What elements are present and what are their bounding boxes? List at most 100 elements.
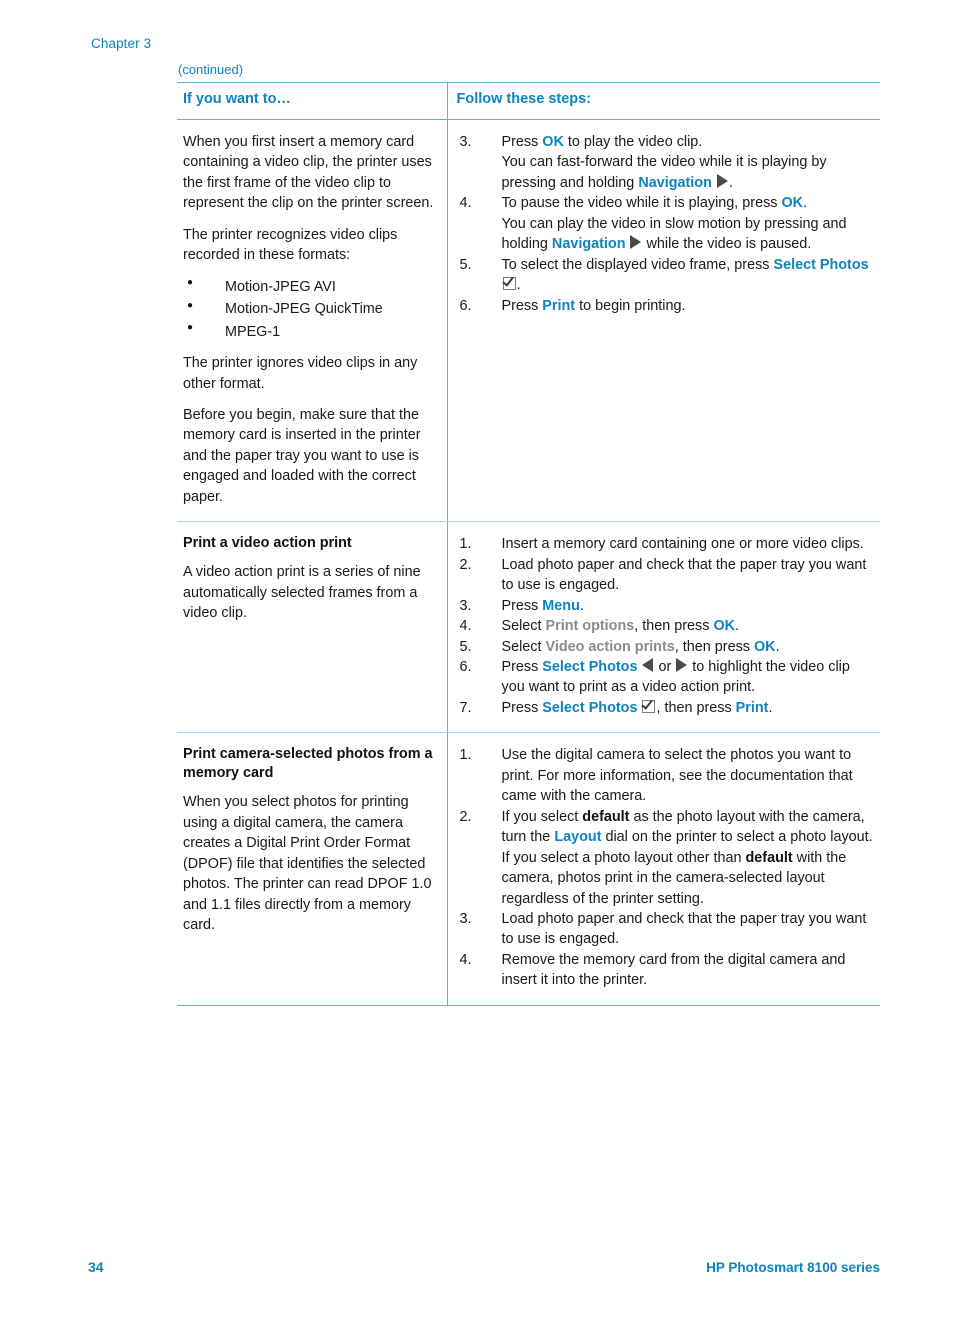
step-number: 3. xyxy=(459,134,472,150)
table-continued-label: (continued) xyxy=(178,62,244,77)
table-cell-task: Print camera-selected photos from a memo… xyxy=(177,732,447,1006)
checkbox-icon xyxy=(502,277,516,291)
control-name: OK xyxy=(781,195,804,212)
step-text: Press OK to play the video clip. xyxy=(501,134,703,150)
task-paragraph: When you select photos for printing usin… xyxy=(183,794,432,934)
column-header-if-you-want-to: If you want to… xyxy=(177,82,447,120)
emphasis-text: default xyxy=(582,808,630,825)
emphasis-text: default xyxy=(745,849,793,866)
step-text: Press Menu. xyxy=(501,597,584,614)
step-number: 5. xyxy=(459,256,472,273)
task-paragraph: The printer recognizes video clips recor… xyxy=(183,226,398,264)
steps-table-body: When you first insert a memory card cont… xyxy=(177,119,880,1006)
control-name: Menu xyxy=(542,597,580,614)
task-paragraph: A video action print is a series of nine… xyxy=(183,564,421,622)
step-item: 4. To pause the video while it is playing… xyxy=(457,193,877,254)
table-row: Print camera-selected photos from a memo… xyxy=(177,732,880,1006)
footer-page-number: 34 xyxy=(88,1259,104,1275)
step-item: 6. Press Print to begin printing. xyxy=(457,296,877,316)
step-list: 1. Insert a memory card containing one or… xyxy=(457,534,877,718)
step-text: You can play the video in slow motion by… xyxy=(501,215,847,253)
step-text: Select Print options, then press OK. xyxy=(501,618,740,635)
column-header-follow-these-steps: Follow these steps: xyxy=(446,82,880,120)
arrow-left-icon xyxy=(642,657,654,672)
step-number: 4. xyxy=(459,951,472,968)
step-text: Press Print to begin printing. xyxy=(501,297,686,314)
footer-product-name: HP Photosmart 8100 series xyxy=(706,1260,880,1275)
arrow-right-icon xyxy=(630,235,642,250)
task-paragraph: Before you begin, make sure that the mem… xyxy=(183,406,421,505)
step-item: 1. Use the digital camera to select the p… xyxy=(457,745,877,806)
step-list: 3. Press OK to play the video clip. You ca… xyxy=(457,132,877,316)
step-text: You can fast-forward the video while it … xyxy=(501,154,827,191)
step-text: To pause the video while it is playing, … xyxy=(501,195,808,212)
table-cell-steps: 1. Insert a memory card containing one or… xyxy=(446,521,880,734)
step-item: 3. Load photo paper and check that the pa… xyxy=(457,909,877,950)
control-name: Layout xyxy=(554,829,602,846)
step-number: 4. xyxy=(459,195,472,212)
step-number: 6. xyxy=(459,297,472,314)
step-item: 6. Press Select Photos or to highlight th… xyxy=(457,657,877,698)
control-name: Select Photos xyxy=(542,658,638,675)
step-text: Press Select Photos , then press Print. xyxy=(501,699,773,716)
task-heading: Print a video action print xyxy=(183,535,352,552)
list-item: Motion-JPEG AVI xyxy=(183,276,439,297)
step-number: 3. xyxy=(459,597,472,614)
step-text: Select Video action prints, then press O… xyxy=(501,638,780,655)
step-text: Use the digital camera to select the pho… xyxy=(501,747,853,805)
step-number: 5. xyxy=(459,638,472,655)
arrow-right-icon xyxy=(716,173,728,188)
step-text: Press Select Photos or to highlight the … xyxy=(501,657,850,696)
task-heading: Print camera-selected photos from a memo… xyxy=(183,746,433,782)
table-cell-task: Print a video action print A video action… xyxy=(177,521,447,734)
control-name: Select Photos xyxy=(773,256,869,273)
chapter-label: Chapter 3 xyxy=(91,36,152,51)
table-cell-steps: 3. Press OK to play the video clip. You ca… xyxy=(446,119,880,523)
control-name: Print xyxy=(735,699,769,716)
step-number: 2. xyxy=(459,808,472,825)
step-number: 2. xyxy=(459,556,472,573)
steps-table-head: If you want to… Follow these steps: xyxy=(177,82,880,120)
step-text: Load photo paper and check that the pape… xyxy=(501,910,867,948)
format-list: Motion-JPEG AVIMotion-JPEG QuickTimeMPEG… xyxy=(183,276,439,342)
task-paragraph: The printer ignores video clips in any o… xyxy=(183,355,418,392)
arrow-right-icon xyxy=(676,657,688,672)
step-item: 3. Press OK to play the video clip. You ca… xyxy=(457,132,877,193)
list-item: MPEG-1 xyxy=(183,321,439,342)
step-list: 1. Use the digital camera to select the p… xyxy=(457,745,877,990)
document-page: Chapter 3 (continued) If you want to… Fo… xyxy=(0,0,954,1321)
step-item: 2. Load photo paper and check that the pa… xyxy=(457,555,877,596)
step-number: 6. xyxy=(459,658,472,675)
step-number: 4. xyxy=(459,618,472,635)
control-name: Select Photos xyxy=(542,699,638,716)
step-number: 7. xyxy=(459,699,472,716)
step-text: If you select default as the photo layou… xyxy=(501,808,873,846)
step-number: 3. xyxy=(459,910,472,927)
step-item: 5. Select Video action prints, then press… xyxy=(457,637,877,657)
step-number: 1. xyxy=(459,747,472,764)
menu-item-name: Print options xyxy=(545,618,635,635)
step-item: 2. If you select default as the photo lay… xyxy=(457,807,877,909)
step-item: 4. Select Print options, then press OK. xyxy=(457,616,877,636)
step-item: 1. Insert a memory card containing one or… xyxy=(457,534,877,554)
menu-item-name: Video action prints xyxy=(545,638,675,655)
list-item: Motion-JPEG QuickTime xyxy=(183,299,439,319)
step-text: Remove the memory card from the digital … xyxy=(501,951,846,989)
step-text: If you select a photo layout other than … xyxy=(501,849,847,907)
control-name: Print xyxy=(542,297,576,314)
control-name: OK xyxy=(713,618,736,635)
control-name: Navigation xyxy=(638,174,712,191)
table-cell-task: When you first insert a memory card cont… xyxy=(177,119,447,523)
step-text: Load photo paper and check that the pape… xyxy=(501,556,867,594)
table-row: When you first insert a memory card cont… xyxy=(177,119,880,523)
step-item: 4. Remove the memory card from the digita… xyxy=(457,950,877,991)
steps-table: If you want to… Follow these steps: When… xyxy=(177,82,880,1006)
table-cell-steps: 1. Use the digital camera to select the p… xyxy=(446,732,880,1006)
control-name: OK xyxy=(753,638,776,655)
control-name: OK xyxy=(542,134,564,150)
step-item: 3. Press Menu. xyxy=(457,596,877,616)
control-name: Navigation xyxy=(551,236,626,253)
step-number: 1. xyxy=(459,536,472,553)
table-header-row: If you want to… Follow these steps: xyxy=(177,82,880,120)
task-paragraph: When you first insert a memory card cont… xyxy=(183,134,434,212)
